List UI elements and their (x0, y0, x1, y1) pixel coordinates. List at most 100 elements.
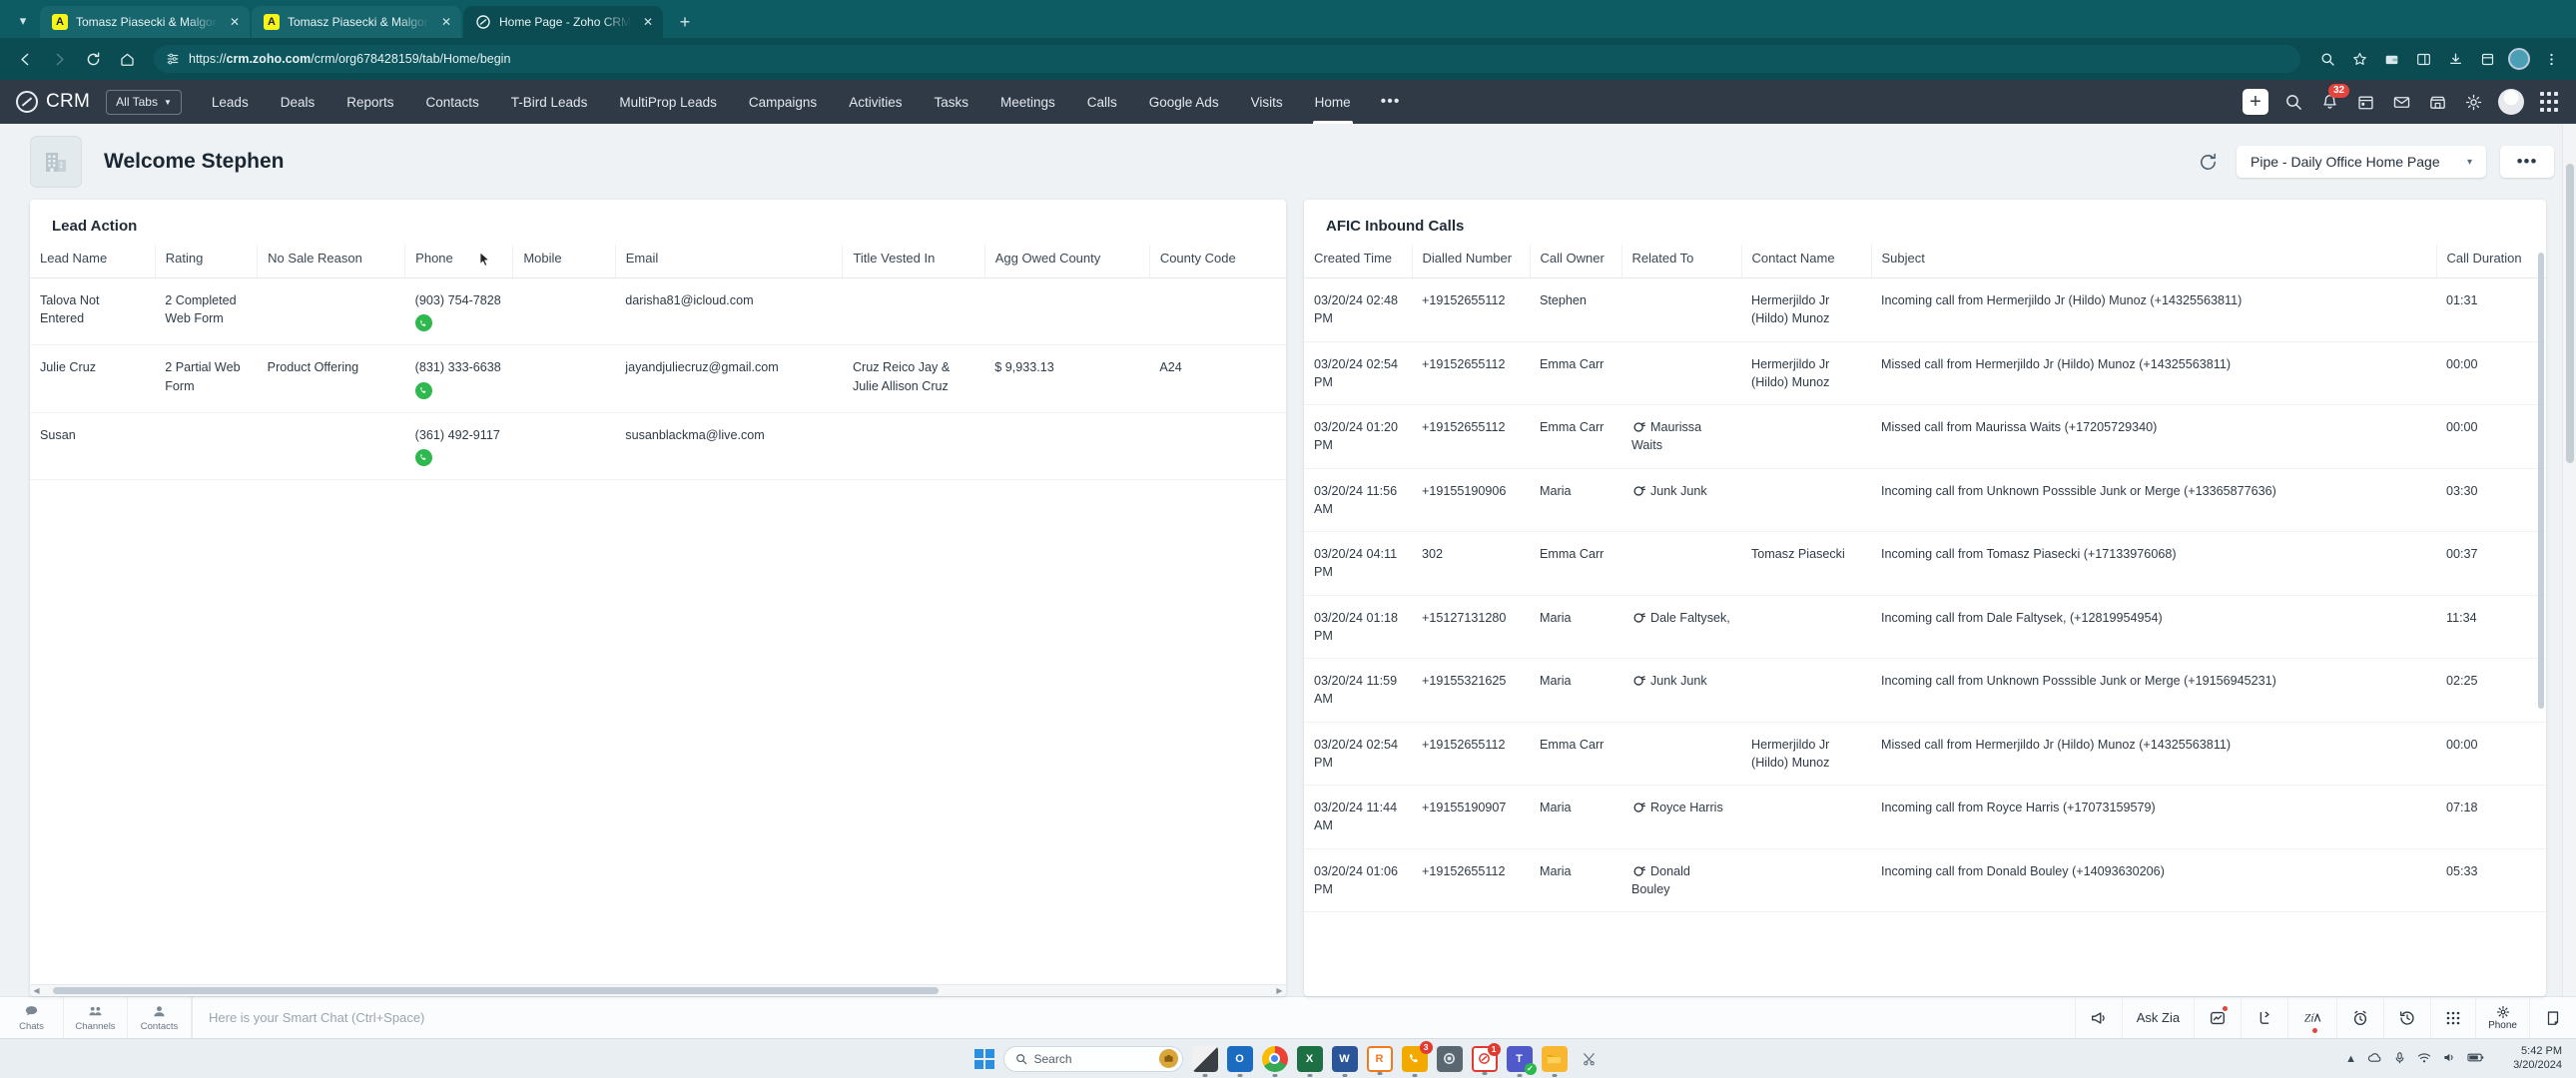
tray-caret-icon[interactable]: ▲ (2345, 1053, 2356, 1065)
cell-lead-name[interactable]: Julie Cruz (30, 344, 156, 413)
wallet-icon[interactable] (2376, 44, 2406, 74)
taskbar-zoho-assist-icon[interactable]: 1 (1471, 1042, 1501, 1075)
taskbar-task-view-icon[interactable] (1191, 1045, 1218, 1077)
cell-contact-name[interactable]: Hermerjildo Jr (Hildo) Munoz (1741, 722, 1871, 786)
bookmark-star-icon[interactable] (2344, 44, 2374, 74)
tray-cloud-icon[interactable] (2367, 1051, 2382, 1067)
col-agg-owed-county[interactable]: Agg Owed County (984, 245, 1150, 278)
col-county-code[interactable]: County Code (1149, 245, 1286, 278)
refresh-icon[interactable] (2193, 147, 2223, 177)
afic-calls-vertical-scrollbar[interactable] (2538, 253, 2544, 988)
cell-contact-name[interactable] (1741, 848, 1871, 912)
nav-item-home[interactable]: Home (1299, 80, 1367, 124)
gear-icon[interactable] (2462, 91, 2484, 113)
search-icon[interactable] (2282, 91, 2304, 113)
cell-related-to[interactable]: Maurissa Waits (1621, 404, 1741, 469)
nav-item-multiprop-leads[interactable]: MultiProp Leads (603, 80, 733, 124)
home-icon[interactable] (112, 44, 142, 74)
nav-item-t-bird-leads[interactable]: T-Bird Leads (495, 80, 604, 124)
table-row[interactable]: Susan (361) 492-9117 susanblackma@live.c… (30, 412, 1286, 480)
taskbar-excel-icon[interactable]: X (1296, 1045, 1323, 1077)
cell-contact-name[interactable] (1741, 658, 1871, 723)
table-row[interactable]: Talova Not Entered 2 Completed Web Form … (30, 277, 1286, 346)
cell-email[interactable]: darisha81@icloud.com (615, 277, 843, 346)
apps-grid-icon[interactable] (2538, 91, 2560, 113)
taskbar-ringcentral-icon[interactable]: R (1366, 1045, 1393, 1075)
table-row[interactable]: 03/20/24 04:11 PM 302 Emma Carr Tomasz Pias… (1304, 531, 2546, 596)
table-row[interactable]: 03/20/24 02:48 PM +19152655112 Stephen Herm… (1304, 277, 2546, 342)
taskbar-file-explorer-icon[interactable] (1541, 1045, 1568, 1077)
nav-item-contacts[interactable]: Contacts (410, 80, 495, 124)
cell-contact-name[interactable]: Hermerjildo Jr (Hildo) Munoz (1741, 277, 1871, 342)
col-related-to[interactable]: Related To (1621, 245, 1742, 278)
all-tabs-dropdown[interactable]: All Tabs ▼ (106, 89, 182, 115)
split-screen-icon[interactable] (2408, 44, 2438, 74)
browser-tab-2[interactable]: A Tomasz Piasecki & Malgorzata ✕ (252, 6, 461, 38)
cell-subject[interactable]: Incoming call from Donald Bouley (+14093… (1871, 848, 2436, 912)
lead-action-horizontal-scrollbar[interactable]: ◀ ▶ (30, 984, 1286, 996)
address-bar[interactable]: https://crm.zoho.com/crm/org678428159/ta… (154, 45, 2300, 73)
browser-menu-icon[interactable] (2536, 44, 2566, 74)
cell-subject[interactable]: Incoming call from Hermerjildo Jr (Hildo… (1871, 277, 2436, 342)
notifications-bell-icon[interactable]: 32 (2318, 84, 2350, 113)
collections-icon[interactable] (2472, 44, 2502, 74)
cell-subject[interactable]: Incoming call from Unknown Posssible Jun… (1871, 468, 2436, 532)
cell-contact-name[interactable]: Tomasz Piasecki (1741, 531, 1871, 596)
tray-volume-icon[interactable] (2442, 1051, 2456, 1067)
dashboard-view-dropdown[interactable]: Pipe - Daily Office Home Page ▾ (2237, 146, 2486, 178)
nav-item-reports[interactable]: Reports (330, 80, 409, 124)
reload-icon[interactable] (78, 44, 108, 74)
browser-tab-1[interactable]: A Tomasz Piasecki & Malgorzata ✕ (40, 6, 250, 38)
nav-item-visits[interactable]: Visits (1235, 80, 1299, 124)
close-icon[interactable]: ✕ (226, 13, 244, 31)
new-tab-button[interactable]: + (671, 8, 699, 36)
table-row[interactable]: 03/20/24 02:54 PM +19152655112 Emma Carr He… (1304, 722, 2546, 786)
col-phone[interactable]: Phone (404, 245, 514, 278)
page-vertical-scrollbar[interactable] (2562, 124, 2576, 996)
mail-icon[interactable] (2390, 91, 2412, 113)
grid-icon[interactable] (2430, 997, 2475, 1038)
crm-logo[interactable]: CRM (16, 91, 90, 113)
nav-item-campaigns[interactable]: Campaigns (733, 80, 833, 124)
close-icon[interactable]: ✕ (639, 13, 657, 31)
browser-tab-3-active[interactable]: Home Page - Zoho CRM ✕ (463, 6, 664, 38)
share-icon[interactable] (2241, 997, 2287, 1038)
table-row[interactable]: Julie Cruz 2 Partial Web Form Product Of… (30, 344, 1286, 413)
ask-zia-button[interactable]: Ask Zia (2121, 997, 2194, 1038)
col-contact-name[interactable]: Contact Name (1741, 245, 1872, 278)
col-rating[interactable]: Rating (155, 245, 259, 278)
history-icon[interactable] (2383, 997, 2430, 1038)
nav-item-meetings[interactable]: Meetings (984, 80, 1071, 124)
cell-contact-name[interactable] (1741, 595, 1871, 659)
calendar-icon[interactable] (2354, 91, 2376, 113)
windows-start-icon[interactable] (973, 1048, 994, 1069)
table-row[interactable]: 03/20/24 01:18 PM +15127131280 Maria Dale F… (1304, 595, 2546, 659)
nav-item-activities[interactable]: Activities (833, 80, 918, 124)
site-settings-icon[interactable] (166, 52, 180, 66)
taskbar-clock[interactable]: 5:42 PM 3/20/2024 (2513, 1039, 2562, 1078)
taskbar-settings-icon[interactable] (1436, 1045, 1463, 1072)
col-created-time[interactable]: Created Time (1304, 245, 1413, 278)
chat-tab-channels[interactable]: Channels (64, 997, 128, 1038)
nav-item-leads[interactable]: Leads (196, 80, 265, 124)
nav-item-google-ads[interactable]: Google Ads (1133, 80, 1235, 124)
cell-lead-name[interactable]: Susan (30, 412, 156, 480)
cell-email[interactable]: jayandjuliecruz@gmail.com (615, 344, 843, 413)
cell-related-to[interactable]: Junk Junk (1621, 468, 1741, 532)
browser-profile-avatar[interactable] (2508, 48, 2530, 70)
cell-subject[interactable]: Missed call from Hermerjildo Jr (Hildo) … (1871, 341, 2436, 405)
downloads-icon[interactable] (2440, 44, 2470, 74)
tray-mic-icon[interactable] (2393, 1051, 2406, 1067)
cell-related-to[interactable] (1621, 531, 1741, 596)
briefcase-icon[interactable] (1158, 1049, 1178, 1068)
table-row[interactable]: 03/20/24 11:44 AM +19155190907 Maria Royce … (1304, 785, 2546, 849)
back-icon[interactable] (10, 44, 40, 74)
cell-related-to[interactable]: Dale Faltysek, (1621, 595, 1741, 659)
taskbar-word-icon[interactable]: W (1331, 1045, 1358, 1077)
nav-item-tasks[interactable]: Tasks (918, 80, 984, 124)
cell-contact-name[interactable]: Hermerjildo Jr (Hildo) Munoz (1741, 341, 1871, 405)
col-subject[interactable]: Subject (1871, 245, 2437, 278)
zoom-icon[interactable] (2312, 44, 2342, 74)
table-row[interactable]: 03/20/24 11:56 AM +19155190906 Maria Junk J… (1304, 468, 2546, 532)
call-icon[interactable] (414, 314, 432, 332)
